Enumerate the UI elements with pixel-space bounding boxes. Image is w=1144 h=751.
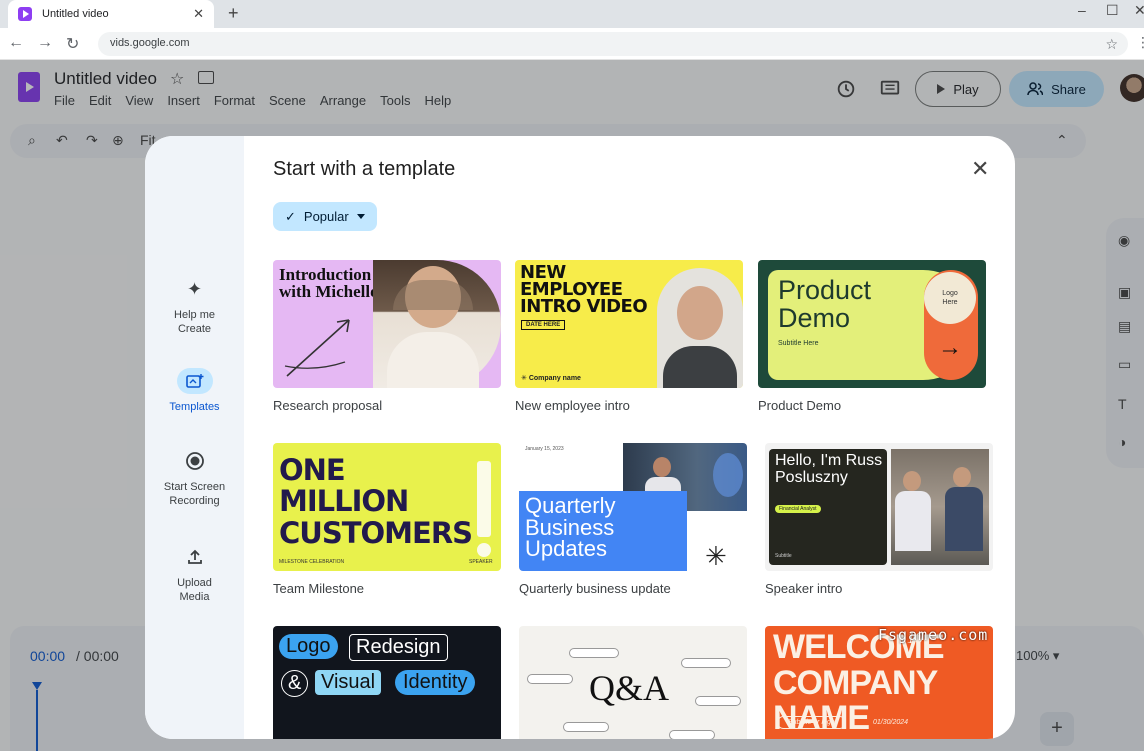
template-thumbnail[interactable]: Q&A — [519, 626, 747, 739]
woman-photo — [373, 260, 501, 388]
new-tab-icon[interactable]: + — [228, 3, 239, 24]
thumb-subtitle: Subtitle Here — [778, 340, 819, 347]
thumb-word: Identity — [395, 670, 476, 695]
browser-tab[interactable]: Untitled video ✕ — [8, 0, 214, 28]
sparkle-icon: ✦ — [186, 279, 203, 299]
upload-icon — [177, 544, 213, 570]
template-name: Speaker intro — [765, 581, 843, 596]
side-screen-recording[interactable]: Start Screen Recording — [145, 448, 244, 508]
template-thumbnail[interactable]: ONE MILLION CUSTOMERS MILESTONE CELEBRAT… — [273, 443, 501, 571]
side-label: Start Screen Recording — [163, 481, 226, 507]
thumb-title: Quarterly Business Updates — [525, 493, 616, 562]
close-window-icon[interactable]: ✕ — [1134, 2, 1144, 19]
tab-title: Untitled video — [42, 8, 109, 20]
template-name: Team Milestone — [273, 581, 365, 596]
thumb-title: ONE MILLION CUSTOMERS — [279, 453, 473, 550]
thumb-title: Introduction with Michelle — [279, 265, 378, 302]
thumb-footer-left: MILESTONE CELEBRATION — [279, 559, 345, 565]
close-dialog-icon[interactable]: ✕ — [971, 158, 989, 180]
side-label: Templates — [169, 401, 220, 413]
template-name: New employee intro — [515, 398, 630, 413]
thumb-footer-right: SPEAKER — [469, 559, 493, 565]
thumb-word: & — [281, 670, 309, 697]
side-label: Upload Media — [177, 577, 212, 603]
handshake-photo — [891, 449, 989, 565]
dialog-sidebar: ✦ Help me Create Templates Start Screen … — [145, 136, 244, 739]
thumb-title: Q&A — [589, 668, 669, 708]
logo-placeholder: Logo Here — [924, 272, 976, 324]
template-thumbnail[interactable]: NEW EMPLOYEE INTRO VIDEO DATE HERE ✳ Com… — [515, 260, 743, 388]
side-help-me-create[interactable]: ✦ Help me Create — [145, 276, 244, 336]
template-dialog: ✦ Help me Create Templates Start Screen … — [145, 136, 1015, 739]
close-tab-icon[interactable]: ✕ — [193, 6, 204, 22]
thumb-date: January 15, 2023 — [525, 446, 564, 452]
reload-icon[interactable]: ↻ — [66, 34, 79, 54]
browser-menu-icon[interactable]: ⋮ — [1136, 34, 1144, 51]
thumb-title: NEW EMPLOYEE INTRO VIDEO — [520, 262, 648, 318]
arrow-doodle-icon — [284, 319, 350, 377]
browser-tabbar: Untitled video ✕ + – ☐ ✕ — [0, 0, 1144, 28]
thumb-word: Redesign — [349, 634, 448, 661]
dialog-title: Start with a template — [273, 158, 456, 180]
thumb-subtitle: Subtitle — [775, 553, 792, 559]
template-thumbnail[interactable]: Hello, I'm Russ Posluszny Financial Anal… — [765, 443, 993, 571]
side-upload-media[interactable]: Upload Media — [145, 544, 244, 604]
forward-icon[interactable]: → — [37, 34, 53, 52]
side-templates[interactable]: Templates — [145, 368, 244, 414]
back-icon[interactable]: ← — [8, 34, 24, 52]
thumb-date: 01/30/2024 — [873, 719, 909, 726]
thumb-role: Financial Analyst — [775, 505, 821, 513]
template-thumbnail[interactable]: Logo Redesign & Visual Identity — [273, 626, 501, 739]
caret-down-icon — [356, 214, 365, 219]
thumb-title: Product Demo — [778, 275, 872, 334]
company-text: Company name — [528, 375, 581, 382]
url-text: vids.google.com — [110, 37, 190, 49]
thumb-word: Logo — [279, 634, 338, 659]
template-name: Quarterly business update — [519, 581, 671, 596]
date-badge: DATE HERE — [521, 320, 566, 330]
logo-text: Logo Here — [942, 290, 958, 306]
side-label: Help me Create — [174, 309, 215, 335]
thumb-title: Hello, I'm Russ Posluszny — [775, 452, 883, 486]
popular-filter-chip[interactable]: ✓ Popular — [273, 202, 377, 231]
address-bar: ← → ↻ vids.google.com ☆ — [0, 28, 1144, 60]
sparkle-mark-icon: ✳ — [705, 541, 727, 571]
man-photo — [657, 268, 743, 388]
template-thumbnail[interactable]: January 15, 2023 Quarterly Business Upda… — [519, 443, 747, 571]
template-name: Research proposal — [273, 398, 383, 413]
url-input[interactable]: vids.google.com ☆ — [98, 32, 1128, 56]
template-name: Product Demo — [758, 398, 842, 413]
watermark: Fsgameo.com — [878, 626, 989, 644]
thumb-word: Visual — [315, 670, 382, 695]
record-icon — [177, 448, 213, 474]
company-name: ✳ Company name — [521, 375, 581, 382]
maximize-icon[interactable]: ☐ — [1106, 2, 1119, 19]
template-thumbnail[interactable]: Product Demo Subtitle Here Logo Here → — [758, 260, 986, 388]
filter-label: Popular — [303, 209, 349, 224]
vids-favicon-icon — [18, 7, 32, 21]
check-icon: ✓ — [285, 208, 296, 224]
bookmark-star-icon[interactable]: ☆ — [1105, 36, 1118, 53]
thumb-subtitle: Subtitle or logo — [777, 716, 846, 729]
template-thumbnail[interactable]: Introduction with Michelle — [273, 260, 501, 388]
arrow-right-icon: → — [938, 334, 962, 361]
templates-icon — [176, 368, 213, 394]
minimize-icon[interactable]: – — [1078, 2, 1086, 18]
